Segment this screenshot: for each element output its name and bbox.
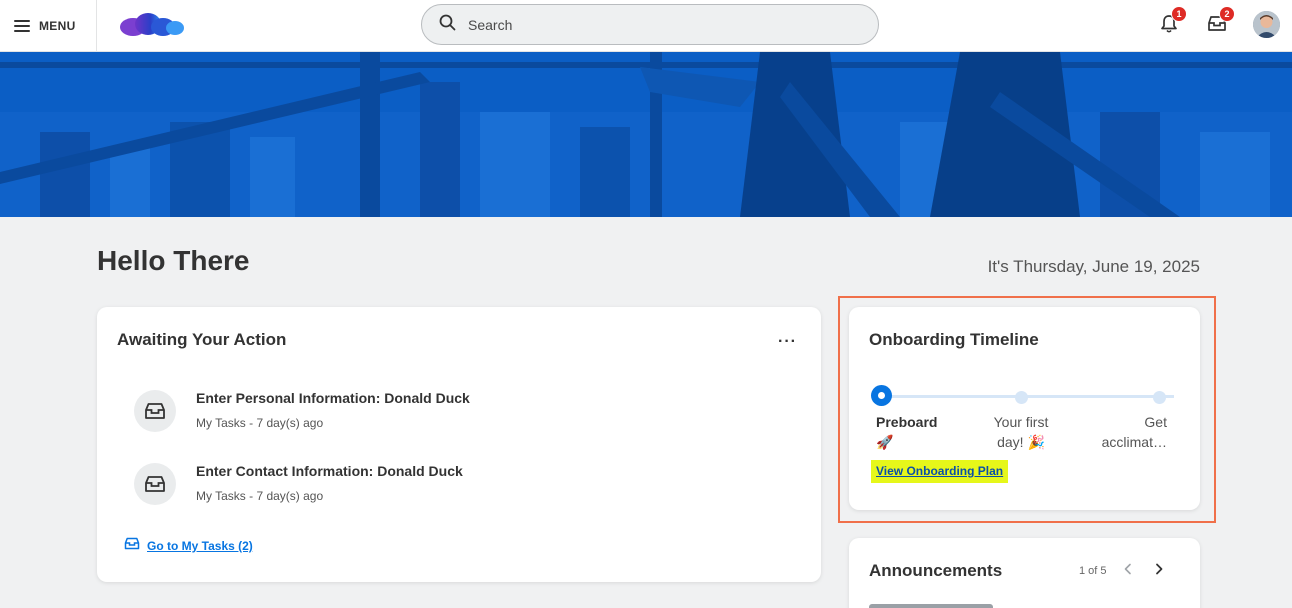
- chevron-left-icon: [1123, 562, 1133, 580]
- top-bar: MENU Search 1 2: [0, 0, 1292, 52]
- timeline-step-preboard[interactable]: Preboard 🚀: [876, 412, 937, 452]
- previous-announcement-button[interactable]: [1119, 562, 1137, 580]
- search-icon: [439, 14, 456, 36]
- inbox-button[interactable]: 2: [1199, 6, 1235, 44]
- go-to-my-tasks-link[interactable]: Go to My Tasks (2): [124, 537, 253, 555]
- step-label-line2: day! 🎉: [997, 434, 1045, 450]
- awaiting-action-title: Awaiting Your Action: [117, 330, 287, 349]
- notifications-badge: 1: [1171, 6, 1187, 22]
- announcement-thumbnail[interactable]: [869, 604, 993, 608]
- timeline-step-get-acclimated[interactable]: Get acclimat…: [1099, 412, 1167, 452]
- timeline-step-marker: [1153, 391, 1166, 404]
- announcements-title: Announcements: [869, 561, 1003, 580]
- inbox-icon: [134, 463, 176, 505]
- view-onboarding-plan-link[interactable]: View Onboarding Plan: [871, 460, 1009, 483]
- step-label: Get: [1144, 414, 1167, 430]
- timeline-track: [882, 395, 1174, 398]
- onboarding-timeline-title: Onboarding Timeline: [869, 330, 1039, 349]
- hamburger-icon: [14, 20, 30, 32]
- search-placeholder: Search: [468, 16, 513, 33]
- next-announcement-button[interactable]: [1150, 562, 1168, 580]
- task-item[interactable]: Enter Personal Information: Donald Duck …: [134, 390, 734, 440]
- go-to-my-tasks-label: Go to My Tasks (2): [147, 539, 253, 553]
- timeline-step-active-marker: [871, 385, 892, 406]
- onboarding-timeline-card: Onboarding Timeline Preboard 🚀 Your firs…: [849, 307, 1200, 510]
- announcements-card: Announcements 1 of 5: [849, 538, 1200, 608]
- task-title: Enter Contact Information: Donald Duck: [196, 463, 463, 479]
- menu-label: MENU: [39, 19, 76, 33]
- inbox-icon: [124, 537, 140, 555]
- step-label: Your first: [993, 414, 1049, 430]
- timeline-step-marker: [1015, 391, 1028, 404]
- chevron-right-icon: [1154, 562, 1164, 580]
- task-subtitle: My Tasks - 7 day(s) ago: [196, 416, 324, 430]
- step-label-line2: acclimat…: [1101, 434, 1167, 450]
- company-logo[interactable]: [118, 11, 186, 37]
- more-options-button[interactable]: ···: [778, 333, 797, 351]
- timeline-step-first-day[interactable]: Your first day! 🎉: [981, 412, 1061, 452]
- menu-button[interactable]: MENU: [0, 0, 97, 52]
- task-subtitle: My Tasks - 7 day(s) ago: [196, 489, 324, 503]
- page-title: Hello There: [97, 245, 250, 276]
- step-label: Preboard: [876, 414, 938, 430]
- hero-banner: [0, 52, 1292, 217]
- task-title: Enter Personal Information: Donald Duck: [196, 390, 470, 406]
- announcements-pager: 1 of 5: [1079, 565, 1107, 577]
- step-label-line2: 🚀: [876, 434, 894, 450]
- avatar[interactable]: [1253, 11, 1280, 38]
- date-text: It's Thursday, June 19, 2025: [987, 257, 1200, 276]
- inbox-badge: 2: [1219, 6, 1235, 22]
- search-bar[interactable]: Search: [421, 4, 879, 45]
- awaiting-action-card: Awaiting Your Action ··· Enter Personal …: [97, 307, 821, 582]
- inbox-icon: [134, 390, 176, 432]
- notifications-button[interactable]: 1: [1151, 6, 1187, 44]
- task-item[interactable]: Enter Contact Information: Donald Duck M…: [134, 463, 734, 513]
